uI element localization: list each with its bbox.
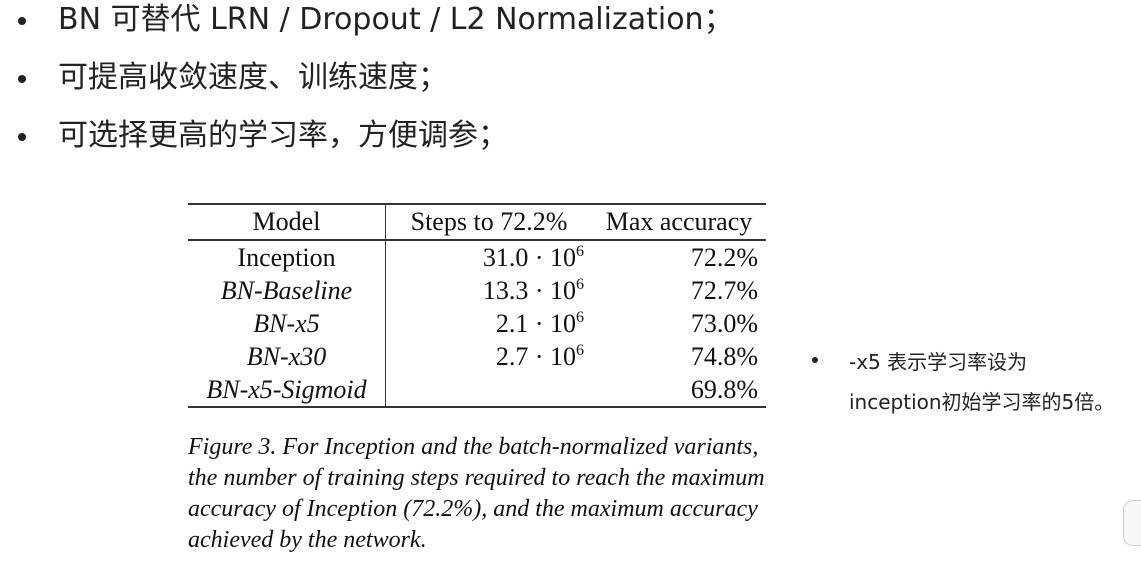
bullet-dot-icon [18,17,26,25]
column-header-model: Model [188,203,386,241]
accuracy-cell: 73.0% [690,308,758,338]
model-cell: BN-x5-Sigmoid [188,373,386,408]
table-header-row: Model Steps to 72.2% Max accuracy [188,203,766,241]
bullet-text: BN 可替代 LRN / Dropout / L2 Normalization； [58,2,734,37]
bullet-item: 可选择更高的学习率，方便调参； [18,116,734,174]
bullet-item: BN 可替代 LRN / Dropout / L2 Normalization； [18,0,734,58]
steps-value: 31.0 · 10 [482,242,576,272]
table-row: BN-x30 2.7 · 106 74.8% [188,340,766,373]
table-row: Inception 31.0 · 106 72.2% [188,240,766,274]
figure: Model Steps to 72.2% Max accuracy Incept… [188,203,766,556]
accuracy-cell: 74.8% [690,341,758,371]
steps-exponent: 6 [576,308,584,326]
steps-value: 2.7 · 10 [495,341,576,371]
table-row: BN-x5-Sigmoid 69.8% [188,373,766,408]
steps-cell: 2.7 · 106 [386,340,593,373]
caption-line: Figure 3. For Inception and the batch-no… [188,434,759,460]
steps-cell [385,373,592,408]
steps-cell: 31.0 · 106 [386,240,593,274]
steps-value: 13.3 · 10 [482,275,576,305]
model-cell: BN-Baseline [188,274,386,307]
column-header-steps: Steps to 72.2% [385,203,592,241]
caption-line: achieved by the network. [188,527,427,553]
model-cell: BN-x5 [188,307,386,340]
bullet-dot-icon [18,75,26,83]
column-header-accuracy: Max accuracy [592,203,766,241]
figure-caption: Figure 3. For Inception and the batch-no… [188,432,788,556]
steps-cell: 2.1 · 106 [386,307,593,340]
results-table: Model Steps to 72.2% Max accuracy Incept… [188,203,766,408]
accuracy-cell: 69.8% [592,373,766,408]
bullet-text: 可提高收敛速度、训练速度； [58,60,448,95]
steps-exponent: 6 [576,275,584,293]
table-row: BN-x5 2.1 · 106 73.0% [188,307,766,340]
steps-value: 2.1 · 10 [495,308,576,338]
bullet-text: 可选择更高的学习率，方便调参； [58,118,508,153]
edge-overlay-handle[interactable] [1123,500,1141,546]
steps-exponent: 6 [576,341,584,359]
model-cell: Inception [188,240,386,274]
bullet-dot-icon [812,357,818,363]
steps-exponent: 6 [576,242,584,260]
bullet-list: BN 可替代 LRN / Dropout / L2 Normalization；… [18,0,734,174]
model-cell: BN-x30 [188,340,386,373]
table-row: BN-Baseline 13.3 · 106 72.7% [188,274,766,307]
accuracy-cell: 72.7% [690,275,758,305]
bullet-dot-icon [18,133,26,141]
steps-cell: 13.3 · 106 [386,274,593,307]
accuracy-cell: 72.2% [690,242,758,272]
caption-line: the number of training steps required to… [188,465,765,491]
caption-line: accuracy of Inception (72.2%), and the m… [188,496,758,522]
side-note: -x5 表示学习率设为 inception初始学习率的5倍。 [812,342,1114,422]
bullet-item: 可提高收敛速度、训练速度； [18,58,734,116]
note-line: inception初始学习率的5倍。 [849,390,1115,414]
note-line: -x5 表示学习率设为 [849,350,1028,374]
